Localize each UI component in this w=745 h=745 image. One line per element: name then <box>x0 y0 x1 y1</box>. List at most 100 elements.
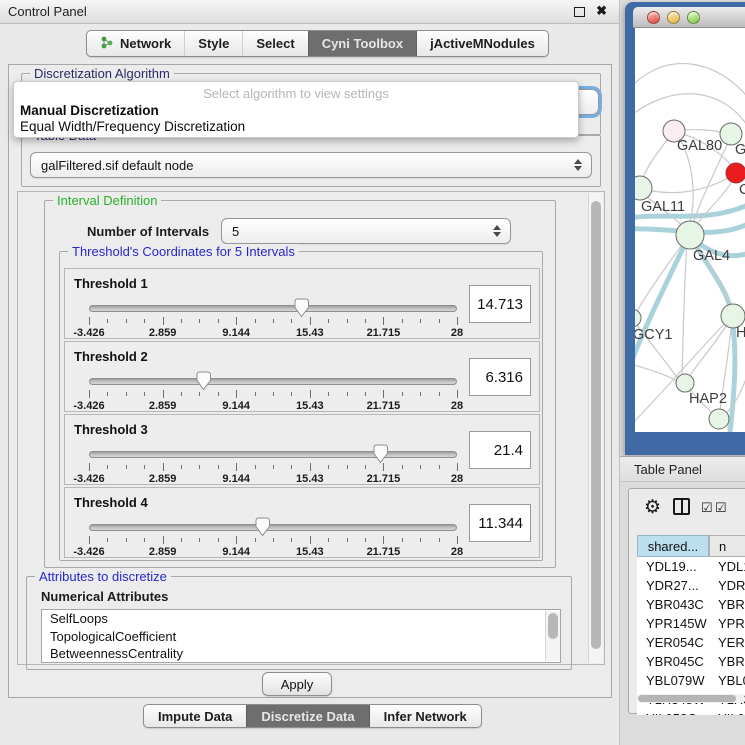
network-node-gal11[interactable] <box>635 176 652 200</box>
scrollbar-thumb[interactable] <box>638 695 736 702</box>
network-node-hap2[interactable] <box>676 374 694 392</box>
table-cell[interactable]: YBR0 <box>709 652 745 671</box>
tick-mark <box>236 463 237 471</box>
gear-icon[interactable]: ⚙ <box>644 496 661 519</box>
scale-label: 2.859 <box>149 473 177 485</box>
slider-track[interactable] <box>89 451 457 458</box>
slider-thumb[interactable] <box>196 371 211 391</box>
tick-mark <box>236 536 237 544</box>
tab-jactivemnodules[interactable]: jActiveMNodules <box>416 31 548 56</box>
slider-track[interactable] <box>89 305 457 312</box>
tab-select[interactable]: Select <box>242 31 307 56</box>
scrollbar-thumb[interactable] <box>591 201 601 649</box>
table-row[interactable]: YPR145WYPR1 <box>637 614 745 633</box>
thresholds-group: Threshold's Coordinates for 5 Intervals … <box>59 251 543 561</box>
split-columns-icon[interactable] <box>673 498 690 515</box>
attribute-item-topologicalcoefficient[interactable]: TopologicalCoefficient <box>42 628 560 646</box>
table-row[interactable]: YDR27...YDR2 <box>637 576 745 595</box>
slider-ticks <box>89 536 457 545</box>
discretization-algorithm-label: Discretization Algorithm <box>30 66 174 81</box>
mac-close-icon[interactable] <box>647 11 660 24</box>
threshold-value-input[interactable]: 21.4 <box>469 431 531 469</box>
network-node-c[interactable] <box>726 163 745 183</box>
algorithm-option-manual[interactable]: Manual Discretization <box>20 103 159 118</box>
table-row[interactable]: YBR043CYBR0 <box>637 595 745 614</box>
number-of-intervals-combobox[interactable]: 5 <box>221 218 511 244</box>
checkbox-checked-icon[interactable]: ☑ <box>701 500 713 516</box>
slider-thumb[interactable] <box>255 517 270 537</box>
threshold-slider[interactable]: -3.4262.8599.14415.4321.71528 <box>89 374 457 408</box>
tab-network[interactable]: Network <box>87 31 184 56</box>
tab-style[interactable]: Style <box>184 31 242 56</box>
table-cell[interactable]: YER0 <box>709 633 745 652</box>
scrollbar-thumb[interactable] <box>548 613 558 639</box>
table-cell[interactable]: YPR145W <box>637 614 709 633</box>
tab-impute-data[interactable]: Impute Data <box>144 705 246 727</box>
tick-mark <box>365 465 366 469</box>
table-cell[interactable]: YBL079W <box>637 671 709 690</box>
network-view-window[interactable]: GAL80GCGAL11GAL4GCY1HHAP2 <box>625 2 745 455</box>
table-cell[interactable]: YDL1 <box>709 557 745 576</box>
mac-minimize-icon[interactable] <box>667 11 680 24</box>
node-label: HAP2 <box>689 391 727 407</box>
apply-button[interactable]: Apply <box>262 672 332 696</box>
table-cell[interactable]: YPR1 <box>709 614 745 633</box>
algorithm-dropdown-popup: Select algorithm to view settings Manual… <box>13 81 579 138</box>
horizontal-scrollbar[interactable] <box>637 694 745 703</box>
table-cell[interactable]: YER054C <box>637 633 709 652</box>
table-row[interactable]: YDL19...YDL1 <box>637 557 745 576</box>
scale-label: 21.715 <box>367 327 401 339</box>
threshold-slider[interactable]: -3.4262.8599.14415.4321.71528 <box>89 301 457 335</box>
mac-zoom-icon[interactable] <box>687 11 700 24</box>
table-row[interactable]: YBL079WYBL0 <box>637 671 745 690</box>
slider-track[interactable] <box>89 524 457 531</box>
threshold-slider[interactable]: -3.4262.8599.14415.4321.71528 <box>89 447 457 481</box>
list-vertical-scrollbar[interactable] <box>545 611 560 661</box>
table-cell[interactable]: YIL0 <box>709 709 745 715</box>
network-node[interactable] <box>709 409 729 429</box>
table-cell[interactable]: YBR045C <box>637 652 709 671</box>
vertical-scrollbar[interactable] <box>588 193 603 663</box>
network-canvas[interactable]: GAL80GCGAL11GAL4GCY1HHAP2 <box>635 28 745 432</box>
threshold-value-input[interactable]: 6.316 <box>469 358 531 396</box>
tick-mark <box>310 317 311 325</box>
table-cell[interactable]: YDL19... <box>637 557 709 576</box>
attribute-item-selfloops[interactable]: SelfLoops <box>42 610 560 628</box>
algorithm-option-equal-width[interactable]: Equal Width/Frequency Discretization <box>20 119 245 134</box>
numerical-attributes-list[interactable]: SelfLoopsTopologicalCoefficientBetweenne… <box>41 609 561 663</box>
table-cell[interactable]: YBR043C <box>637 595 709 614</box>
network-node-gal4[interactable] <box>676 221 704 249</box>
tab-cyni-toolbox[interactable]: Cyni Toolbox <box>308 31 416 56</box>
checkbox-checked-icon[interactable]: ☑ <box>715 500 727 516</box>
table-cell[interactable]: YDR27... <box>637 576 709 595</box>
table-row[interactable]: YIL052CYIL0 <box>637 709 745 715</box>
table-cell[interactable]: YBR0 <box>709 595 745 614</box>
table-cell[interactable]: YBL0 <box>709 671 745 690</box>
slider-ticks <box>89 317 457 326</box>
tab-discretize-data[interactable]: Discretize Data <box>246 705 368 727</box>
threshold-slider[interactable]: -3.4262.8599.14415.4321.71528 <box>89 520 457 554</box>
slider-track[interactable] <box>89 378 457 385</box>
table-cell[interactable]: YDR2 <box>709 576 745 595</box>
tab-infer-network[interactable]: Infer Network <box>369 705 481 727</box>
table-data-combobox[interactable]: galFiltered.sif default node <box>30 152 592 178</box>
column-header-name[interactable]: n <box>709 535 745 557</box>
tick-mark <box>255 392 256 396</box>
attribute-item-betweennesscentrality[interactable]: BetweennessCentrality <box>42 645 560 663</box>
slider-thumb[interactable] <box>294 298 309 318</box>
column-header-shared-name[interactable]: shared... <box>637 535 709 557</box>
table-row[interactable]: YER054CYER0 <box>637 633 745 652</box>
tick-mark <box>199 319 200 323</box>
threshold-value-input[interactable]: 14.713 <box>469 285 531 323</box>
threshold-panel-2: Threshold 2-3.4262.8599.14415.4321.71528… <box>64 341 540 412</box>
table-cell[interactable]: YIL052C <box>637 709 709 715</box>
network-window-titlebar[interactable] <box>633 7 745 28</box>
tick-mark <box>144 465 145 469</box>
close-icon[interactable]: ✖ <box>596 3 607 19</box>
slider-thumb[interactable] <box>373 444 388 464</box>
network-node-gcy1[interactable] <box>635 309 641 327</box>
scale-label: -3.426 <box>73 473 104 485</box>
float-window-icon[interactable] <box>574 7 585 17</box>
table-row[interactable]: YBR045CYBR0 <box>637 652 745 671</box>
threshold-value-input[interactable]: 11.344 <box>469 504 531 542</box>
